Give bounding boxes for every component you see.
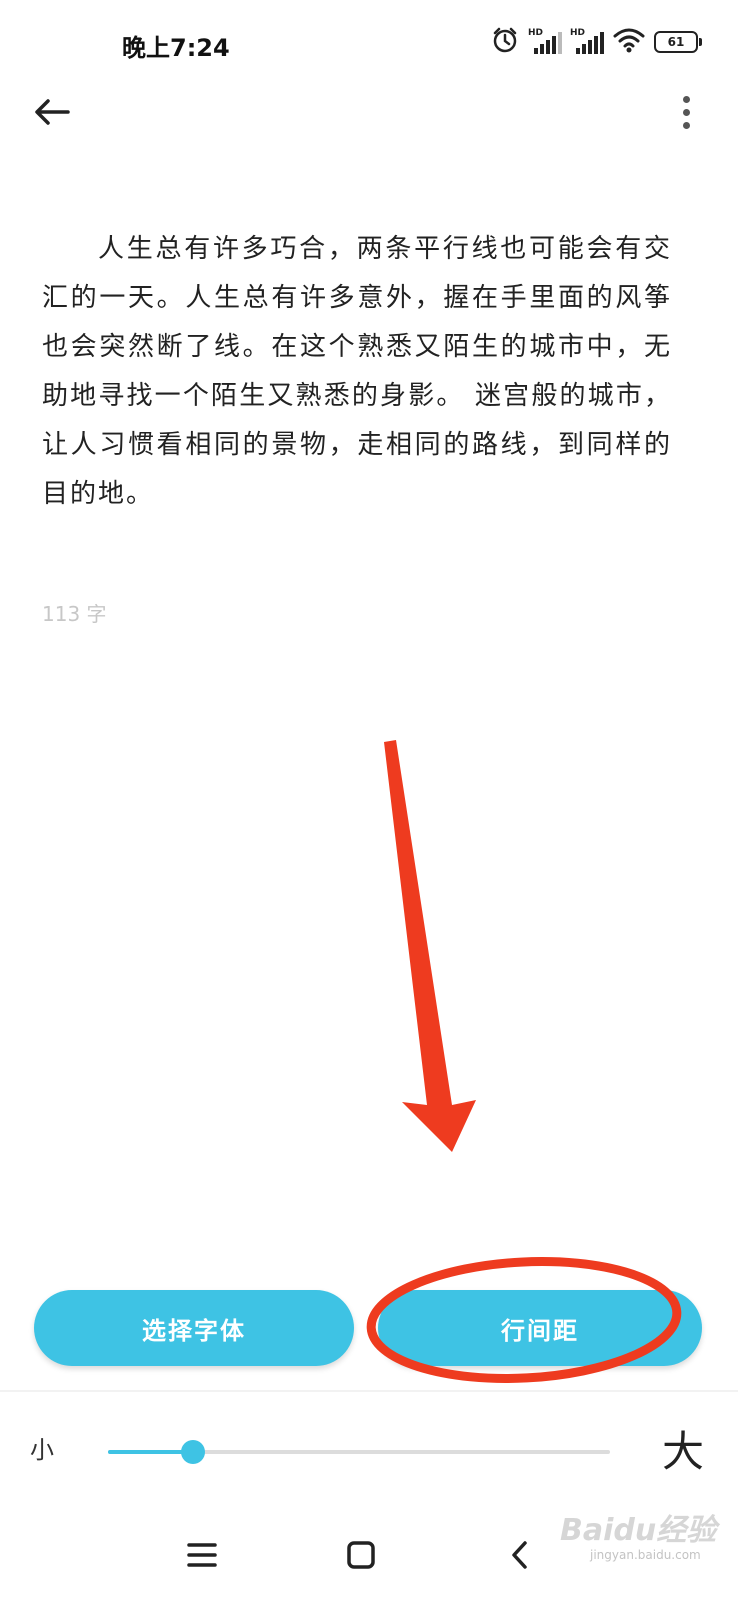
battery-level: 61 (667, 35, 685, 49)
font-size-row: 小 大 (0, 1400, 738, 1500)
more-dot (682, 108, 690, 116)
back-button[interactable] (30, 92, 74, 132)
back-icon (512, 1541, 527, 1569)
word-count: 113 字 (42, 602, 107, 626)
more-options-button[interactable] (674, 90, 698, 134)
status-time: 晚上7:24 (122, 34, 230, 62)
menu-icon (187, 1543, 217, 1567)
menu-button[interactable] (177, 1530, 227, 1580)
article-text[interactable]: 人生总有许多巧合，两条平行线也可能会有交汇的一天。人生总有许多意外，握在手里面的… (42, 225, 672, 519)
wifi-icon (612, 26, 646, 58)
more-dot (682, 121, 690, 129)
size-large-label: 大 (662, 1427, 705, 1476)
slider-thumb[interactable] (181, 1440, 206, 1464)
font-size-slider[interactable] (108, 1440, 610, 1464)
divider (0, 1390, 738, 1392)
home-button[interactable] (336, 1530, 386, 1580)
nav-back-button[interactable] (495, 1530, 545, 1580)
line-spacing-button[interactable]: 行间距 (378, 1290, 702, 1366)
more-vertical-icon (682, 95, 690, 103)
alarm-icon (490, 25, 520, 59)
size-small-label: 小 (30, 1436, 54, 1464)
status-bar: 晚上7:24 HD HD 61 (0, 0, 738, 80)
battery-icon: 61 (654, 31, 702, 53)
home-icon (347, 1541, 375, 1569)
select-font-button[interactable]: 选择字体 (34, 1290, 354, 1366)
status-icons: HD HD 61 (490, 25, 702, 59)
signal-icon: HD (570, 28, 604, 56)
signal-icon: HD (528, 28, 562, 56)
watermark-url: jingyan.baidu.com (590, 1548, 701, 1562)
watermark-logo: Baidu经验 (560, 1513, 717, 1548)
back-arrow-icon (35, 99, 70, 125)
top-toolbar (0, 80, 738, 144)
